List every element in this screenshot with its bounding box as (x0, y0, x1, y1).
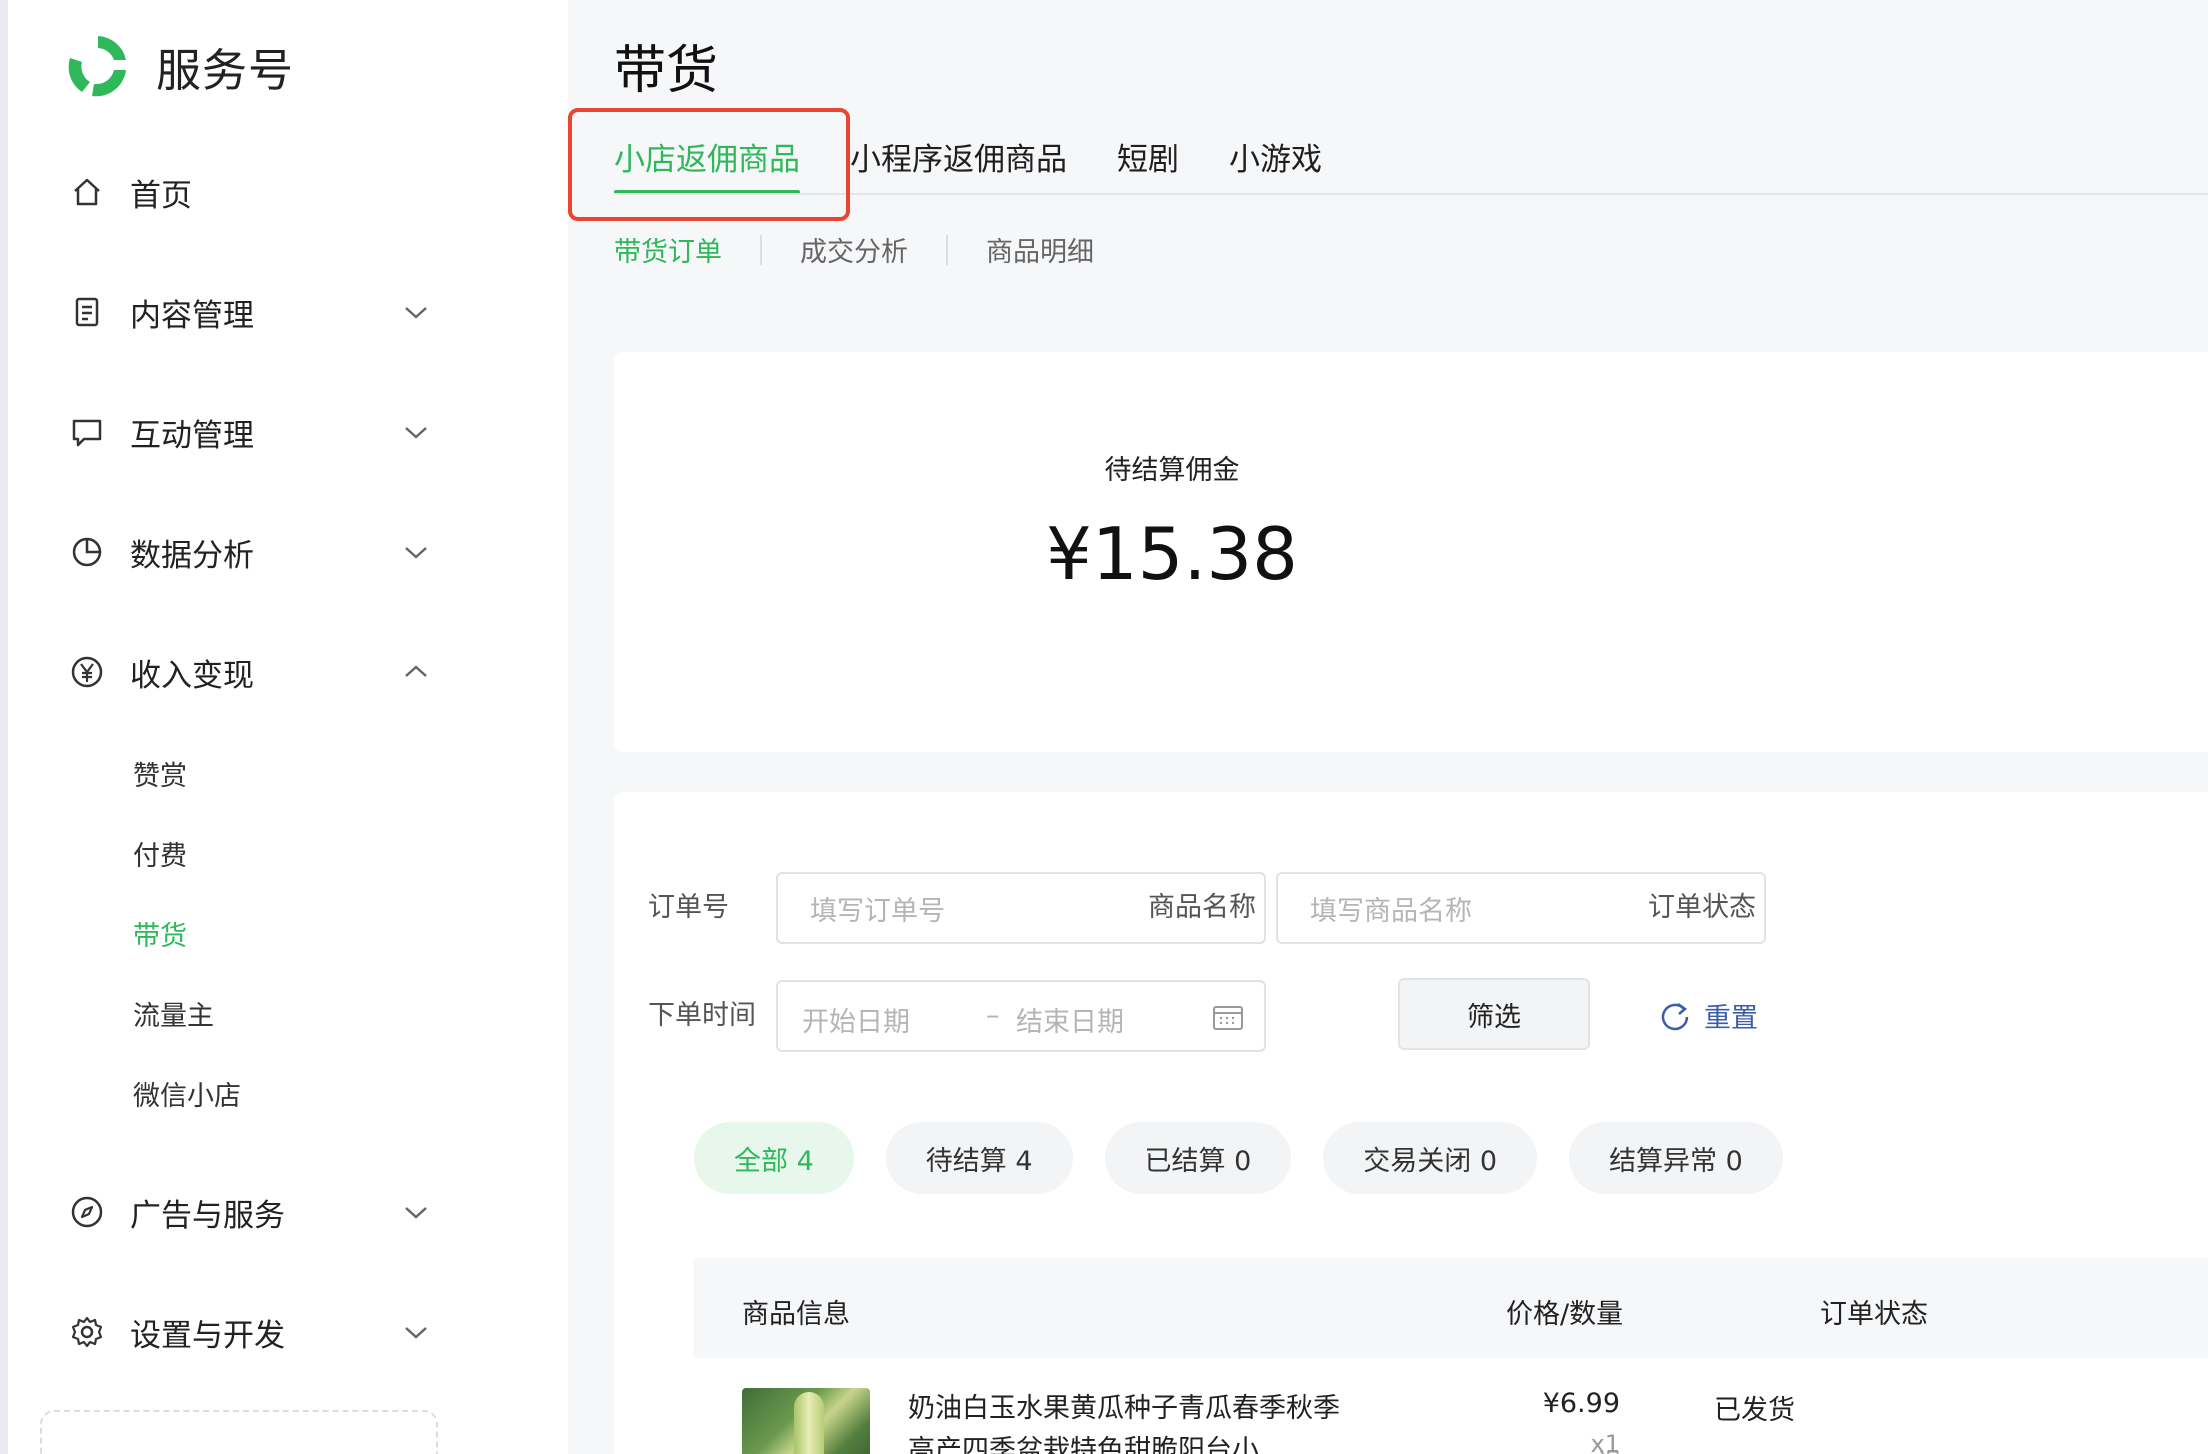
chevron-down-icon (405, 547, 427, 559)
sidebar-item-label: 收入变现 (130, 657, 254, 694)
pill-pending[interactable]: 待结算 4 (885, 1122, 1073, 1194)
subtab-orders[interactable]: 带货订单 (614, 230, 722, 269)
subtab-separator (760, 234, 762, 265)
wechat-service-logo-icon (68, 36, 126, 97)
yen-icon (70, 655, 104, 689)
product-thumbnail[interactable] (742, 1388, 870, 1454)
sidebar-subitem-traffic[interactable]: 流量主 (133, 997, 214, 1037)
end-date-placeholder: 结束日期 (1016, 1007, 1124, 1038)
reset-label: 重置 (1704, 1003, 1758, 1034)
calendar-icon (1213, 1006, 1243, 1030)
document-icon (70, 295, 104, 329)
gear-icon (70, 1315, 104, 1349)
main-content: 带货 小店返佣商品 小程序返佣商品 短剧 小游戏 带货订单 成交分析 商品明细 … (568, 0, 2208, 1454)
pie-chart-icon (70, 535, 104, 569)
sidebar-item-label: 数据分析 (130, 537, 254, 574)
chevron-up-icon (405, 665, 427, 677)
orders-card: 订单号 填写订单号 商品名称 填写商品名称 订单状态 下单时间 开始日期 – 结… (614, 792, 2208, 1454)
home-icon (70, 175, 104, 209)
status-filter-pills: 全部 4 待结算 4 已结算 0 交易关闭 0 结算异常 0 (694, 1122, 1783, 1194)
start-date-placeholder: 开始日期 (802, 1007, 910, 1038)
refresh-icon (1661, 1002, 1689, 1030)
brand-logo[interactable]: 服务号 (62, 30, 294, 102)
page-title: 带货 (614, 41, 719, 101)
table-header: 商品信息 价格/数量 订单状态 (694, 1258, 2208, 1358)
chevron-down-icon (405, 427, 427, 439)
commission-summary-card: 待结算佣金 ¥15.38 (614, 352, 2208, 752)
order-no-label: 订单号 (648, 892, 729, 923)
highlight-box (568, 108, 850, 221)
tab-mini-game[interactable]: 小游戏 (1229, 136, 1322, 184)
th-price-qty: 价格/数量 (1506, 1299, 1624, 1330)
product-name-label: 商品名称 (1148, 892, 1256, 923)
filter-button[interactable]: 筛选 (1398, 978, 1590, 1050)
subtab-deal-analysis[interactable]: 成交分析 (800, 230, 908, 269)
pending-commission-value: ¥15.38 (1046, 512, 1298, 596)
order-time-label: 下单时间 (648, 1000, 756, 1031)
chevron-down-icon (405, 1207, 427, 1219)
date-range-separator: – (986, 1000, 1000, 1031)
sidebar-item-settings-dev[interactable]: 设置与开发 (70, 1302, 430, 1362)
sidebar-item-label: 互动管理 (130, 417, 254, 454)
pill-all[interactable]: 全部 4 (694, 1122, 854, 1194)
th-order-status: 订单状态 (1820, 1299, 1928, 1330)
order-status-label: 订单状态 (1648, 892, 1756, 923)
pill-settled[interactable]: 已结算 0 (1104, 1122, 1292, 1194)
order-date-range-picker[interactable]: 开始日期 – 结束日期 (776, 980, 1266, 1052)
chevron-down-icon (405, 307, 427, 319)
sidebar-subitem-sales[interactable]: 带货 (133, 917, 187, 957)
reset-button[interactable]: 重置 (1658, 996, 1758, 1035)
sidebar: 服务号 首页 内容管理 互动管理 数据分析 收入变现 赞赏 付费 带货 流量主 … (8, 0, 568, 1454)
pending-commission-label: 待结算佣金 (1104, 455, 1240, 486)
subtab-product-detail[interactable]: 商品明细 (986, 230, 1094, 269)
brand-name: 服务号 (156, 43, 295, 97)
subtab-separator (946, 234, 948, 265)
pill-settlement-error[interactable]: 结算异常 0 (1569, 1122, 1783, 1194)
sidebar-subitem-paid[interactable]: 付费 (133, 837, 187, 877)
chat-icon (70, 415, 104, 449)
row-action-text[interactable]: 退 (1598, 1442, 1622, 1454)
sidebar-item-analytics[interactable]: 数据分析 (70, 522, 430, 582)
sidebar-item-content[interactable]: 内容管理 (70, 282, 430, 342)
sidebar-item-label: 设置与开发 (130, 1317, 285, 1354)
tab-miniprogram-commission[interactable]: 小程序返佣商品 (850, 136, 1067, 184)
subtab-bar: 带货订单 成交分析 商品明细 (614, 230, 1094, 269)
pill-closed[interactable]: 交易关闭 0 (1323, 1122, 1538, 1194)
sidebar-item-label: 广告与服务 (130, 1197, 285, 1234)
table-row[interactable]: 奶油白玉水果黄瓜种子青瓜春季秋季高产四季盆栽特色甜脆阳台小 ¥6.99 x1 已… (694, 1388, 2208, 1454)
window-edge (0, 0, 8, 1454)
sidebar-subitem-tipping[interactable]: 赞赏 (133, 757, 187, 797)
sidebar-item-label: 首页 (130, 177, 192, 214)
sidebar-item-home[interactable]: 首页 (70, 162, 430, 222)
product-price: ¥6.99 (1542, 1388, 1620, 1419)
sidebar-item-ads-services[interactable]: 广告与服务 (70, 1182, 430, 1242)
order-status-value: 已发货 (1714, 1395, 1795, 1426)
sidebar-item-interaction[interactable]: 互动管理 (70, 402, 430, 462)
sidebar-subitem-wechat-shop[interactable]: 微信小店 (133, 1077, 241, 1117)
chevron-down-icon (405, 1327, 427, 1339)
tabs-divider (614, 193, 2208, 195)
product-name[interactable]: 奶油白玉水果黄瓜种子青瓜春季秋季高产四季盆栽特色甜脆阳台小 (908, 1388, 1348, 1454)
sidebar-item-label: 内容管理 (130, 297, 254, 334)
tab-short-drama[interactable]: 短剧 (1117, 136, 1179, 184)
sidebar-item-income[interactable]: 收入变现 (70, 642, 430, 702)
compass-icon (70, 1195, 104, 1229)
th-product-info: 商品信息 (742, 1299, 850, 1330)
sidebar-doc-card[interactable] (40, 1410, 438, 1454)
